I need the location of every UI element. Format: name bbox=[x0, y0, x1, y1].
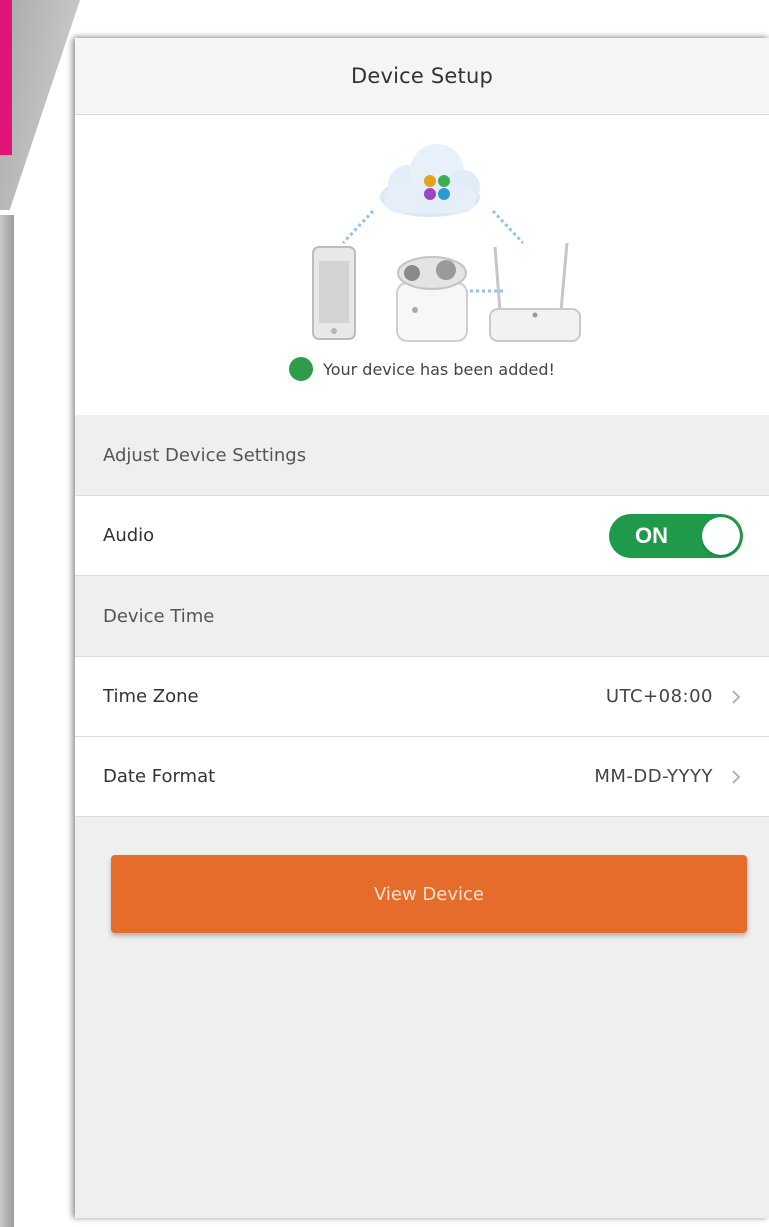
date-format-row[interactable]: Date Format MM-DD-YYYY bbox=[75, 737, 769, 817]
success-banner: Your device has been added! bbox=[75, 357, 769, 381]
button-container: View Device bbox=[75, 817, 769, 933]
section-adjust-settings: Adjust Device Settings bbox=[75, 415, 769, 496]
check-circle-icon bbox=[75, 357, 314, 381]
success-message: Your device has been added! bbox=[323, 359, 555, 379]
time-zone-value: UTC+08:00 bbox=[605, 686, 713, 707]
time-zone-row[interactable]: Time Zone UTC+08:00 bbox=[75, 657, 769, 737]
app-header: Device Setup bbox=[75, 38, 769, 115]
toggle-state-label: ON bbox=[635, 522, 668, 548]
device-setup-screen: Device Setup Your device has been added!… bbox=[75, 38, 769, 1218]
decorative-accent-bar bbox=[0, 0, 12, 155]
audio-row: Audio ON bbox=[75, 496, 769, 576]
page-title: Device Setup bbox=[350, 64, 494, 88]
chevron-right-icon bbox=[732, 769, 741, 784]
camera-icon bbox=[396, 256, 468, 342]
cloud-icon bbox=[380, 144, 480, 217]
phone-icon bbox=[312, 246, 356, 340]
decorative-wedge bbox=[0, 0, 80, 210]
audio-label: Audio bbox=[103, 525, 155, 546]
chevron-right-icon bbox=[732, 689, 741, 704]
date-format-label: Date Format bbox=[103, 766, 216, 787]
view-device-button[interactable]: View Device bbox=[111, 855, 747, 933]
date-format-value: MM-DD-YYYY bbox=[594, 766, 713, 787]
decorative-side-strip bbox=[0, 215, 14, 1227]
time-zone-label: Time Zone bbox=[103, 686, 199, 707]
section-device-time: Device Time bbox=[75, 576, 769, 657]
toggle-knob bbox=[702, 516, 740, 555]
audio-toggle[interactable]: ON bbox=[609, 513, 743, 558]
router-icon bbox=[489, 242, 581, 342]
setup-illustration: Your device has been added! bbox=[75, 115, 769, 415]
